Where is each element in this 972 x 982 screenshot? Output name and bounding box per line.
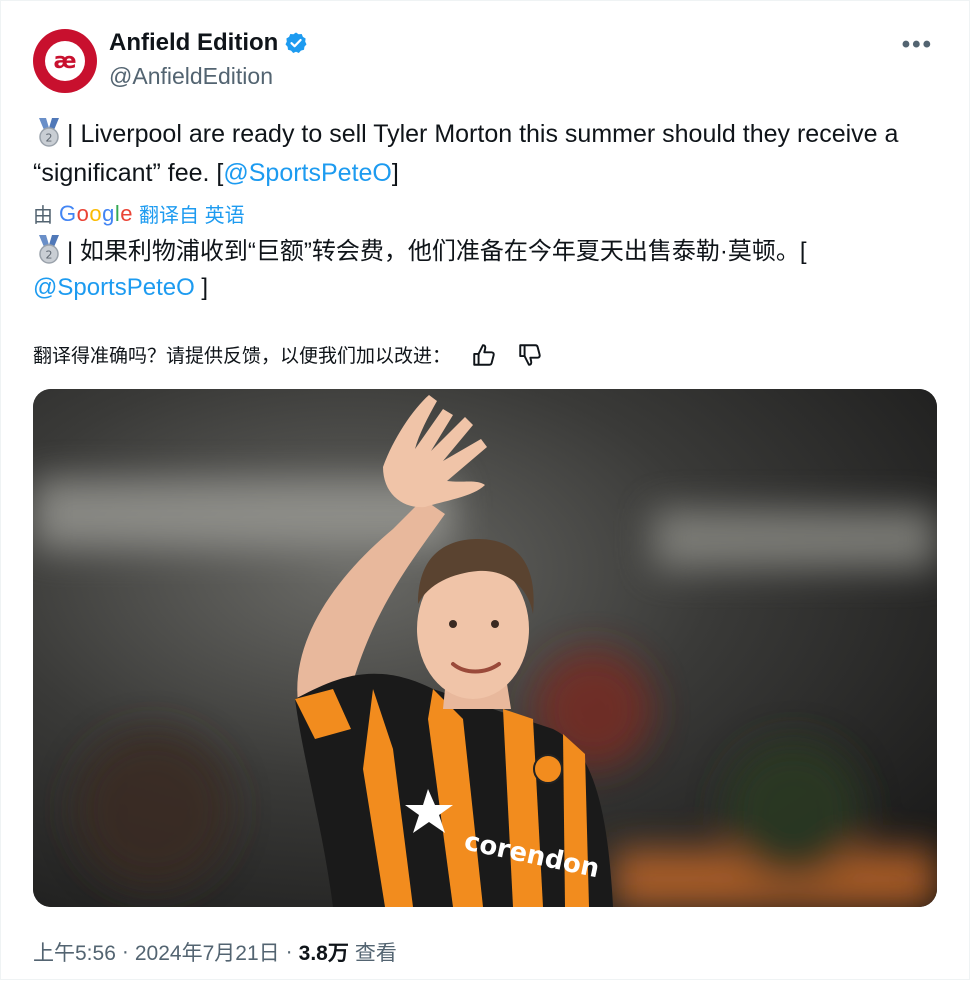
views-count: 3.8万 (298, 942, 349, 965)
thumbs-down-icon[interactable] (517, 342, 543, 368)
author-name-row: Anfield Edition (109, 29, 308, 57)
more-options-icon[interactable]: ••• (902, 31, 933, 59)
svg-text:2: 2 (46, 249, 53, 262)
avatar[interactable]: æ (33, 29, 97, 93)
tweet-body: 2 | Liverpool are ready to sell Tyler Mo… (33, 115, 933, 193)
tweet-photo[interactable]: corendon (33, 389, 937, 907)
player-photo-illustration: corendon (33, 389, 937, 907)
translated-mention-link[interactable]: @SportsPeteO (33, 274, 195, 301)
tweet-text-main: | Liverpool are ready to sell Tyler Mort… (33, 120, 899, 187)
views-label: 查看 (354, 942, 397, 965)
tweet-meta: 上午5:56 · 2024年7月21日 · 3.8万 查看 (33, 937, 397, 967)
tweet-text-end: ] (391, 159, 399, 187)
tweet-card: æ Anfield Edition @AnfieldEdition ••• 2 … (0, 0, 970, 980)
brand-logo: æ (45, 41, 85, 81)
meta-separator: · (285, 940, 293, 963)
google-logo: Google (59, 200, 134, 226)
translated-text-main: | 如果利物浦收到“巨额”转会费，他们准备在今年夏天出售泰勒·莫顿。[ (67, 238, 807, 265)
translated-body: 2 | 如果利物浦收到“巨额”转会费，他们准备在今年夏天出售泰勒·莫顿。[ @Sp… (33, 233, 933, 306)
verified-badge-icon (285, 32, 307, 53)
silver-medal-icon: 2 (33, 116, 65, 148)
mention-link[interactable]: @SportsPeteO (223, 159, 392, 187)
tweet-time[interactable]: 上午5:56 (33, 937, 116, 967)
translated-from-link[interactable]: 翻译自 英语 (139, 199, 245, 228)
silver-medal-icon: 2 (33, 233, 65, 265)
meta-separator: · (121, 940, 129, 963)
translation-feedback: 翻译得准确吗？请提供反馈，以便我们加以改进： (33, 341, 543, 368)
translation-attribution: 由 Google 翻译自 英语 (33, 199, 245, 228)
translated-by-prefix: 由 (33, 205, 53, 227)
svg-text:2: 2 (46, 132, 53, 145)
display-name[interactable]: Anfield Edition (109, 29, 278, 57)
feedback-prompt: 翻译得准确吗？请提供反馈，以便我们加以改进： (33, 346, 452, 367)
author-handle[interactable]: @AnfieldEdition (109, 63, 273, 90)
translated-text-end: ] (194, 274, 209, 301)
thumbs-up-icon[interactable] (471, 342, 497, 368)
tweet-date[interactable]: 2024年7月21日 (135, 937, 280, 967)
